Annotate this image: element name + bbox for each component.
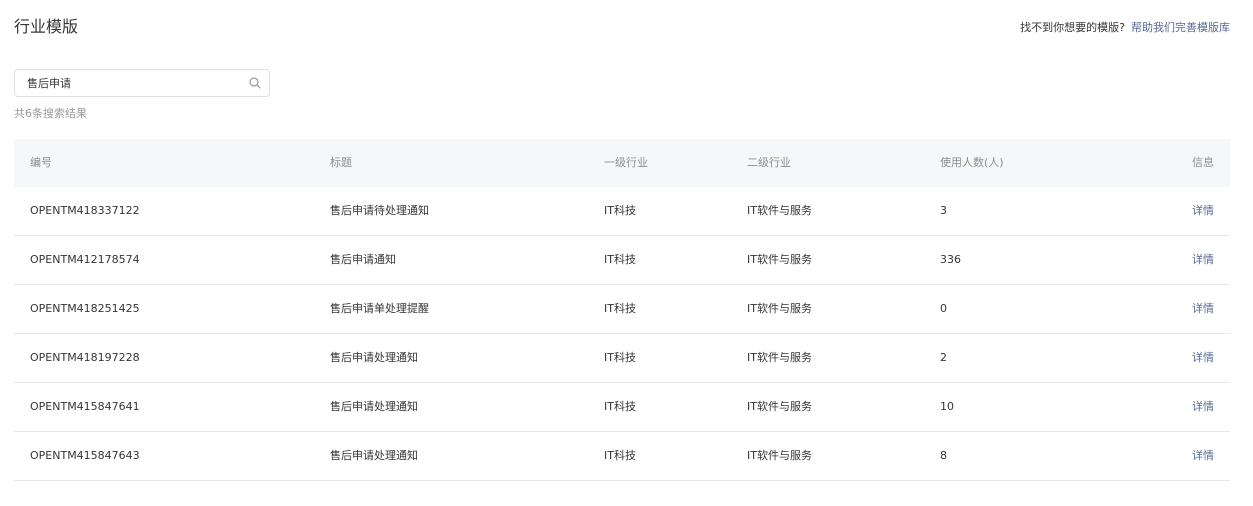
page-title: 行业模版	[14, 17, 79, 36]
help-improve-link[interactable]: 帮助我们完善模版库	[1131, 21, 1230, 34]
column-header-info: 信息	[1192, 156, 1214, 169]
table-header: 编号 标题 一级行业 二级行业 使用人数(人) 信息	[14, 139, 1230, 187]
industry-secondary: IT软件与服务	[747, 351, 812, 364]
template-title: 售后申请通知	[330, 253, 396, 266]
table-row: OPENTM418197228 售后申请处理通知 IT科技 IT软件与服务 2 …	[14, 334, 1230, 383]
help-prompt: 找不到你想要的模版?	[1020, 21, 1125, 34]
column-header-id: 编号	[30, 156, 52, 169]
industry-primary: IT科技	[604, 302, 636, 315]
details-link[interactable]: 详情	[1192, 187, 1214, 235]
details-link[interactable]: 详情	[1192, 334, 1214, 382]
template-title: 售后申请处理通知	[330, 400, 418, 413]
template-title: 售后申请处理通知	[330, 351, 418, 364]
help-section: 找不到你想要的模版? 帮助我们完善模版库	[1020, 20, 1230, 36]
search-input[interactable]	[27, 70, 247, 96]
column-header-industry1: 一级行业	[604, 156, 648, 169]
table-row: OPENTM418251425 售后申请单处理提醒 IT科技 IT软件与服务 0…	[14, 285, 1230, 334]
template-table: 编号 标题 一级行业 二级行业 使用人数(人) 信息 OPENTM4183371…	[14, 139, 1230, 481]
industry-secondary: IT软件与服务	[747, 204, 812, 217]
template-title: 售后申请处理通知	[330, 449, 418, 462]
template-id: OPENTM418337122	[30, 204, 140, 217]
user-count: 336	[940, 253, 961, 266]
result-count: 共6条搜索结果	[14, 107, 87, 120]
template-title: 售后申请单处理提醒	[330, 302, 429, 315]
table-row: OPENTM415847641 售后申请处理通知 IT科技 IT软件与服务 10…	[14, 383, 1230, 432]
details-link[interactable]: 详情	[1192, 432, 1214, 480]
user-count: 2	[940, 351, 947, 364]
industry-secondary: IT软件与服务	[747, 400, 812, 413]
details-link[interactable]: 详情	[1192, 236, 1214, 284]
industry-primary: IT科技	[604, 204, 636, 217]
industry-primary: IT科技	[604, 449, 636, 462]
user-count: 3	[940, 204, 947, 217]
template-id: OPENTM415847643	[30, 449, 140, 462]
template-id: OPENTM418251425	[30, 302, 140, 315]
industry-secondary: IT软件与服务	[747, 302, 812, 315]
user-count: 8	[940, 449, 947, 462]
details-link[interactable]: 详情	[1192, 285, 1214, 333]
template-id: OPENTM418197228	[30, 351, 140, 364]
user-count: 10	[940, 400, 954, 413]
industry-primary: IT科技	[604, 253, 636, 266]
industry-secondary: IT软件与服务	[747, 449, 812, 462]
table-row: OPENTM412178574 售后申请通知 IT科技 IT软件与服务 336 …	[14, 236, 1230, 285]
search-icon[interactable]	[249, 77, 261, 89]
user-count: 0	[940, 302, 947, 315]
table-row: OPENTM415847643 售后申请处理通知 IT科技 IT软件与服务 8 …	[14, 432, 1230, 481]
column-header-title: 标题	[330, 156, 352, 169]
column-header-industry2: 二级行业	[747, 156, 791, 169]
industry-primary: IT科技	[604, 351, 636, 364]
table-row: OPENTM418337122 售后申请待处理通知 IT科技 IT软件与服务 3…	[14, 187, 1230, 236]
search-box	[14, 69, 270, 97]
industry-secondary: IT软件与服务	[747, 253, 812, 266]
details-link[interactable]: 详情	[1192, 383, 1214, 431]
template-title: 售后申请待处理通知	[330, 204, 429, 217]
template-id: OPENTM412178574	[30, 253, 140, 266]
industry-primary: IT科技	[604, 400, 636, 413]
template-id: OPENTM415847641	[30, 400, 140, 413]
column-header-users: 使用人数(人)	[940, 156, 1004, 169]
